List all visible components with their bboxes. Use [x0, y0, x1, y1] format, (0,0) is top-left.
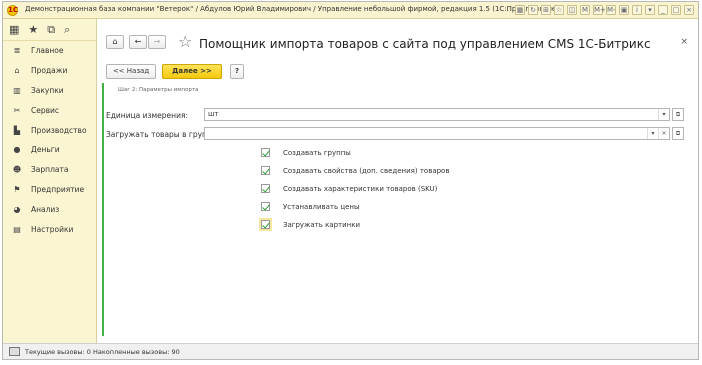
home-button[interactable]: ⌂ — [106, 35, 124, 49]
group-label: Загружать товары в группу: — [106, 130, 219, 139]
minimize-button[interactable]: _ — [658, 5, 668, 15]
titlebar-button[interactable]: ↻ — [528, 5, 538, 15]
coin-icon: ● — [13, 145, 21, 155]
title-bar-buttons: ▦ ↻ ⊞ ☆ ◫ M M+ M- ▣ i ▾ _ □ × — [515, 5, 694, 15]
calls-monitor-icon — [9, 347, 20, 356]
open-group-button[interactable]: ⧉ — [672, 127, 684, 140]
close-form-icon[interactable]: × — [680, 37, 688, 47]
favorite-star-icon[interactable]: ☆ — [178, 34, 192, 50]
help-button[interactable]: ? — [230, 64, 244, 79]
history-icon[interactable]: ⧉ — [47, 23, 55, 37]
sidebar-item-label: Сервис — [31, 105, 60, 115]
factory-icon: ▙ — [13, 125, 21, 135]
open-unit-button[interactable]: ⧉ — [672, 108, 684, 121]
back-button[interactable]: << Назад — [106, 64, 156, 79]
unit-field[interactable]: шт ▾ — [204, 108, 670, 121]
sidebar-item-label: Главное — [31, 46, 64, 56]
checkbox[interactable] — [261, 184, 270, 193]
checkbox-label: Устанавливать цены — [283, 202, 360, 211]
checkbox-label: Создавать группы — [283, 148, 351, 157]
settings-icon: ▤ — [13, 224, 21, 234]
sidebar-item-label: Настройки — [31, 224, 74, 234]
sidebar-item-settings[interactable]: ▤ Настройки — [3, 219, 96, 239]
star-icon[interactable]: ★ — [28, 23, 38, 36]
unit-value: шт — [208, 110, 219, 118]
window-title: Демонстрационная база компании "Ветерок"… — [25, 5, 559, 13]
sidebar-item-label: Продажи — [31, 66, 68, 76]
grid-icon[interactable]: ▦ — [9, 23, 19, 36]
forward-nav-button[interactable]: → — [148, 35, 166, 49]
chevron-down-icon[interactable]: ▾ — [658, 109, 669, 120]
titlebar-button[interactable]: i — [632, 5, 642, 15]
sidebar-item-enterprise[interactable]: ⚑ Предприятие — [3, 180, 96, 200]
checkbox-set-prices-row[interactable]: Устанавливать цены — [261, 202, 360, 211]
app-window: 1С Демонстрационная база компании "Ветер… — [2, 1, 699, 360]
search-icon[interactable]: ⌕ — [64, 23, 70, 37]
tools-icon: ✂ — [13, 105, 21, 115]
sidebar-item-purchases[interactable]: ▥ Закупки — [3, 81, 96, 101]
checkbox[interactable] — [261, 202, 270, 211]
checkbox[interactable] — [261, 220, 270, 229]
checkbox[interactable] — [261, 166, 270, 175]
sidebar-item-salary[interactable]: ☻ Зарплата — [3, 160, 96, 180]
sidebar-item-label: Производство — [31, 125, 87, 135]
sidebar-toolbar: ▦ ★ ⧉ ⌕ — [3, 19, 96, 41]
warehouse-icon: ▥ — [13, 85, 21, 95]
step-indicator-bar — [102, 83, 104, 336]
sidebar-item-label: Анализ — [31, 204, 60, 214]
page-title: Помощник импорта товаров с сайта под упр… — [199, 37, 651, 51]
checkbox-label: Создавать свойства (доп. сведения) товар… — [283, 166, 450, 175]
flag-icon: ⚑ — [13, 184, 21, 194]
titlebar-button[interactable]: ☆ — [554, 5, 564, 15]
status-bar: Текущие вызовы: 0 Накопленные вызовы: 90 — [3, 343, 698, 359]
next-button[interactable]: Далее >> — [162, 64, 222, 79]
list-icon: ≣ — [13, 46, 21, 56]
sidebar-item-label: Закупки — [31, 85, 64, 95]
titlebar-button[interactable]: M- — [606, 5, 616, 15]
sidebar-item-label: Зарплата — [31, 165, 69, 175]
sidebar-item-label: Предприятие — [31, 184, 85, 194]
sections-sidebar: ▦ ★ ⧉ ⌕ ≣ Главное ⌂ Продажи ▥ Закупки ✂ Серв… — [3, 19, 97, 345]
checkbox-label: Загружать картинки — [283, 220, 361, 229]
checkbox-load-images-row[interactable]: Загружать картинки — [261, 220, 360, 229]
titlebar-button[interactable]: M — [580, 5, 590, 15]
title-bar: 1С Демонстрационная база компании "Ветер… — [3, 2, 698, 19]
titlebar-button[interactable]: M+ — [593, 5, 606, 15]
sidebar-item-sales[interactable]: ⌂ Продажи — [3, 61, 96, 81]
checkbox-create-sku-row[interactable]: Создавать характеристики товаров (SKU) — [261, 184, 437, 193]
titlebar-button[interactable]: ▦ — [515, 5, 525, 15]
sidebar-item-money[interactable]: ● Деньги — [3, 140, 96, 160]
step-caption: Шаг 2: Параметры импорта — [118, 87, 199, 93]
group-field[interactable]: ▾ × — [204, 127, 670, 140]
clear-icon[interactable]: × — [658, 128, 669, 139]
titlebar-button[interactable]: ▣ — [619, 5, 629, 15]
unit-label: Единица измерения: — [106, 111, 188, 120]
close-window-button[interactable]: × — [684, 5, 694, 15]
sidebar-item-service[interactable]: ✂ Сервис — [3, 100, 96, 120]
sidebar-item-main[interactable]: ≣ Главное — [3, 41, 96, 61]
titlebar-button[interactable]: ◫ — [567, 5, 577, 15]
1c-logo-icon: 1С — [7, 5, 19, 16]
checkbox-create-properties-row[interactable]: Создавать свойства (доп. сведения) товар… — [261, 166, 449, 175]
people-icon: ☻ — [12, 165, 22, 175]
maximize-button[interactable]: □ — [671, 5, 681, 15]
titlebar-button[interactable]: ▾ — [645, 5, 655, 15]
checkbox-create-groups-row[interactable]: Создавать группы — [261, 148, 351, 157]
checkbox-label: Создавать характеристики товаров (SKU) — [283, 184, 438, 193]
form-area: ⌂ ← → ☆ Помощник импорта товаров с сайта… — [98, 19, 698, 345]
titlebar-button[interactable]: ⊞ — [541, 5, 551, 15]
sidebar-item-label: Деньги — [31, 145, 60, 155]
chevron-down-icon[interactable]: ▾ — [647, 128, 658, 139]
status-text: Текущие вызовы: 0 Накопленные вызовы: 90 — [25, 348, 180, 356]
pie-chart-icon: ◕ — [13, 204, 21, 214]
shop-icon: ⌂ — [14, 66, 20, 76]
sidebar-item-analysis[interactable]: ◕ Анализ — [3, 199, 96, 219]
back-nav-button[interactable]: ← — [129, 35, 147, 49]
checkbox[interactable] — [261, 148, 270, 157]
sidebar-item-production[interactable]: ▙ Производство — [3, 120, 96, 140]
